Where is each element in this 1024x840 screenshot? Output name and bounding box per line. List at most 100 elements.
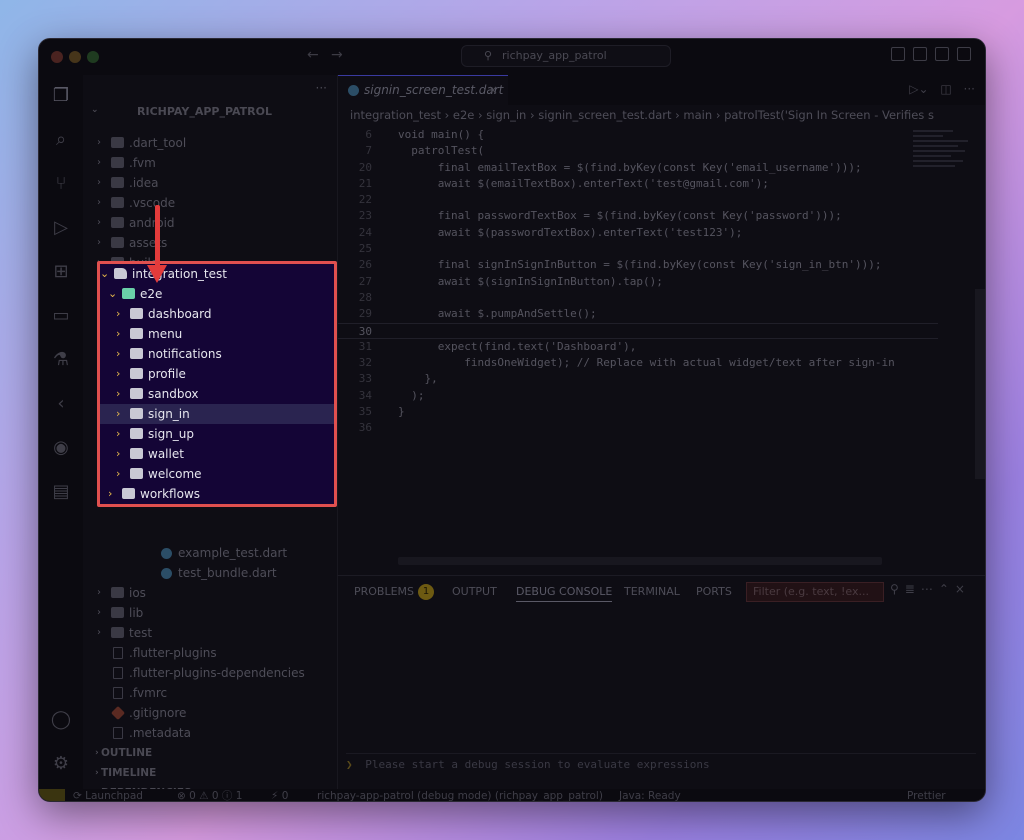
toggle-primary-sidebar-icon[interactable] [891, 47, 905, 61]
tree-item-folder[interactable]: › notifications [100, 344, 334, 364]
console-filter-input[interactable]: Filter (e.g. text, !ex... [746, 582, 884, 602]
run-file-icon[interactable]: ▷⌄ [909, 82, 928, 96]
flutter-icon[interactable]: ‹ [50, 393, 72, 415]
tab-signin-screen-test[interactable]: signin_screen_test.dart × [338, 75, 508, 105]
settings-gear-icon[interactable]: ⚙ [50, 753, 72, 775]
minimap[interactable] [913, 127, 973, 197]
tree-item-folder[interactable]: › sign_up [100, 424, 334, 444]
tab-ports[interactable]: PORTS [696, 582, 732, 602]
toggle-secondary-sidebar-icon[interactable] [935, 47, 949, 61]
sidebar-section-header[interactable]: › TIMELINE [83, 763, 337, 783]
remote-indicator[interactable] [39, 789, 65, 801]
code-area[interactable]: 6 void main() {7 patrolTest(20 final emai… [338, 127, 938, 437]
tree-item-file[interactable]: example_test.dart [83, 543, 337, 563]
horizontal-scrollbar[interactable] [398, 557, 882, 565]
tab-problems[interactable]: PROBLEMS [354, 582, 414, 602]
code-line[interactable]: 22 [338, 192, 938, 208]
tree-item-folder[interactable]: › .vscode [83, 193, 337, 213]
minimize-window-button[interactable] [69, 51, 81, 63]
code-line[interactable]: 34 ); [338, 388, 938, 404]
tree-item-file[interactable]: .fvmrc [83, 683, 337, 703]
tree-item-folder[interactable]: › android [83, 213, 337, 233]
breadcrumb[interactable]: integration_test › e2e › sign_in › signi… [350, 105, 985, 125]
code-line[interactable]: 23 final passwordTextBox = $(find.byKey(… [338, 208, 938, 224]
more-icon[interactable]: ⋯ [921, 582, 939, 596]
code-line[interactable]: 28 [338, 290, 938, 306]
git-graph-icon[interactable]: ◉ [50, 437, 72, 459]
extensions-icon[interactable]: ⊞ [50, 261, 72, 283]
tree-item-e2e[interactable]: ⌄ e2e [100, 284, 334, 304]
more-actions-icon[interactable]: ··· [964, 82, 975, 96]
tree-item-folder[interactable]: › welcome [100, 464, 334, 484]
code-line[interactable]: 25 [338, 241, 938, 257]
tree-item-folder[interactable]: › sign_in [100, 404, 334, 424]
project-manager-icon[interactable]: ▤ [50, 481, 72, 503]
status-prettier[interactable]: Prettier [907, 789, 946, 801]
back-arrow-icon[interactable]: ← [307, 47, 319, 63]
code-line[interactable]: 7 patrolTest( [338, 143, 938, 159]
source-control-icon[interactable]: ⑂ [50, 173, 72, 195]
code-line[interactable]: 29 await $.pumpAndSettle(); [338, 306, 938, 322]
explorer-icon[interactable]: ❐ [50, 85, 72, 107]
tree-item-file[interactable]: .gitignore [83, 703, 337, 723]
filter-icon[interactable]: ⚲ [890, 582, 905, 596]
tree-item-folder[interactable]: › .dart_tool [83, 133, 337, 153]
code-line[interactable]: 24 await $(passwordTextBox).enterText('t… [338, 225, 938, 241]
code-line[interactable]: 26 final signInSignInButton = $(find.byK… [338, 257, 938, 273]
tree-item-folder[interactable]: › lib [83, 603, 337, 623]
code-line[interactable]: 20 final emailTextBox = $(find.byKey(con… [338, 160, 938, 176]
sidebar-section-header[interactable]: › OUTLINE [83, 743, 337, 763]
account-icon[interactable]: ◯ [50, 709, 72, 731]
close-panel-icon[interactable]: × [955, 582, 971, 596]
close-tab-icon[interactable]: × [488, 76, 498, 104]
code-line[interactable]: 35} [338, 404, 938, 420]
status-ports[interactable]: ⚡ 0 [271, 789, 288, 801]
vertical-scrollbar[interactable] [975, 289, 985, 479]
tree-item-file[interactable]: .flutter-plugins-dependencies [83, 663, 337, 683]
code-line[interactable]: 36 [338, 420, 938, 436]
customize-layout-icon[interactable] [957, 47, 971, 61]
debug-console-input[interactable]: ❯ Please start a debug session to evalua… [346, 753, 976, 771]
explorer-root-header[interactable]: ⌄ RICHPAY_APP_PATROL [83, 105, 337, 125]
clear-console-icon[interactable]: ≣ [905, 582, 921, 596]
tree-item-folder[interactable]: › wallet [100, 444, 334, 464]
code-line[interactable]: 32 findsOneWidget); // Replace with actu… [338, 355, 938, 371]
remote-explorer-icon[interactable]: ▭ [50, 305, 72, 327]
tree-item-file[interactable]: test_bundle.dart [83, 563, 337, 583]
status-debug-session[interactable]: richpay-app-patrol (debug mode) (richpay… [317, 789, 603, 801]
code-line[interactable]: 31 expect(find.text('Dashboard'), [338, 339, 938, 355]
tree-item-folder[interactable]: › menu [100, 324, 334, 344]
status-java[interactable]: Java: Ready [619, 789, 681, 801]
code-line[interactable]: 21 await $(emailTextBox).enterText('test… [338, 176, 938, 192]
split-editor-icon[interactable]: ◫ [940, 82, 951, 96]
code-line[interactable]: 33 }, [338, 371, 938, 387]
tree-item-file[interactable]: .flutter-plugins [83, 643, 337, 663]
tab-terminal[interactable]: TERMINAL [624, 582, 680, 602]
tree-item-folder[interactable]: › test [83, 623, 337, 643]
tree-item-folder[interactable]: › ios [83, 583, 337, 603]
maximize-panel-icon[interactable]: ⌃ [939, 582, 955, 596]
code-line[interactable]: 6 void main() { [338, 127, 938, 143]
zoom-window-button[interactable] [87, 51, 99, 63]
tree-item-folder[interactable]: › sandbox [100, 384, 334, 404]
tree-item-workflows[interactable]: › workflows [100, 484, 334, 504]
forward-arrow-icon[interactable]: → [331, 47, 343, 63]
tree-item-folder[interactable]: › assets [83, 233, 337, 253]
status-problems[interactable]: ⊗ 0 ⚠ 0 ⓘ 1 [177, 789, 242, 801]
explorer-more-actions-icon[interactable]: ··· [316, 81, 327, 95]
tab-debug-console[interactable]: DEBUG CONSOLE [516, 582, 613, 602]
tree-item-integration-test[interactable]: ⌄ integration_test [100, 264, 334, 284]
run-debug-icon[interactable]: ▷ [50, 217, 72, 239]
close-window-button[interactable] [51, 51, 63, 63]
tree-item-folder[interactable]: › .fvm [83, 153, 337, 173]
code-line[interactable]: 30 [338, 322, 938, 339]
testing-icon[interactable]: ⚗ [50, 349, 72, 371]
status-launchpad[interactable]: ⟳ Launchpad [73, 789, 143, 801]
command-center-search[interactable]: ⚲ richpay_app_patrol [461, 45, 671, 67]
code-line[interactable]: 27 await $(signInSignInButton).tap(); [338, 274, 938, 290]
tab-output[interactable]: OUTPUT [452, 582, 497, 602]
tree-item-file[interactable]: .metadata [83, 723, 337, 743]
search-icon[interactable]: ⌕ [50, 129, 72, 151]
tree-item-folder[interactable]: › dashboard [100, 304, 334, 324]
toggle-panel-icon[interactable] [913, 47, 927, 61]
